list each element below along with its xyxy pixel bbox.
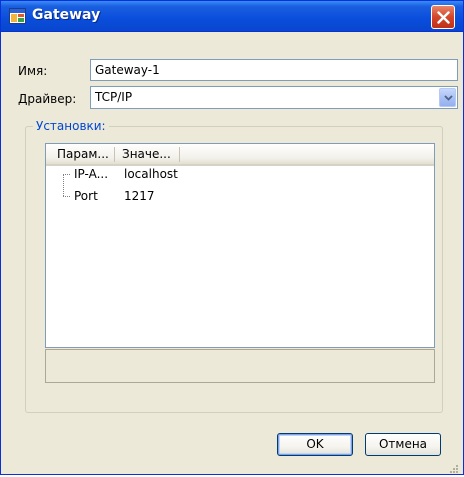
param-cell: Port — [74, 189, 98, 203]
window-title: Gateway — [32, 7, 101, 23]
driver-dropdown-button[interactable] — [439, 88, 456, 107]
tree-connector — [63, 174, 70, 175]
value-cell: 1217 — [124, 189, 155, 203]
close-button[interactable] — [431, 5, 455, 29]
name-label: Имя: — [18, 64, 48, 78]
driver-select[interactable]: TCP/IP — [90, 86, 458, 109]
title-bar[interactable]: Gateway — [1, 1, 463, 32]
settings-list[interactable]: Парам... Значе... IP-A... localhost Port… — [45, 143, 435, 348]
driver-label: Драйвер: — [18, 92, 77, 106]
close-icon — [437, 11, 450, 24]
name-field[interactable]: Gateway-1 — [90, 59, 458, 81]
column-divider[interactable] — [179, 147, 180, 162]
param-cell: IP-A... — [74, 167, 109, 181]
cancel-button[interactable]: Отмена — [365, 433, 441, 456]
column-header-param[interactable]: Парам... — [57, 147, 109, 161]
app-window-icon — [9, 8, 26, 24]
driver-selected-value: TCP/IP — [95, 90, 133, 104]
column-divider[interactable] — [114, 147, 115, 162]
column-header-value[interactable]: Значе... — [122, 147, 171, 161]
chevron-down-icon — [444, 95, 453, 101]
settings-group-title: Установки: — [33, 119, 109, 133]
list-header: Парам... Значе... — [46, 144, 434, 166]
list-status-strip — [45, 349, 435, 383]
ok-button[interactable]: OK — [277, 433, 353, 456]
value-cell: localhost — [124, 167, 178, 181]
gateway-dialog: Gateway Имя: Gateway-1 Драйвер: TCP/IP У… — [0, 0, 464, 475]
tree-connector — [63, 174, 64, 196]
tree-connector — [63, 196, 70, 197]
